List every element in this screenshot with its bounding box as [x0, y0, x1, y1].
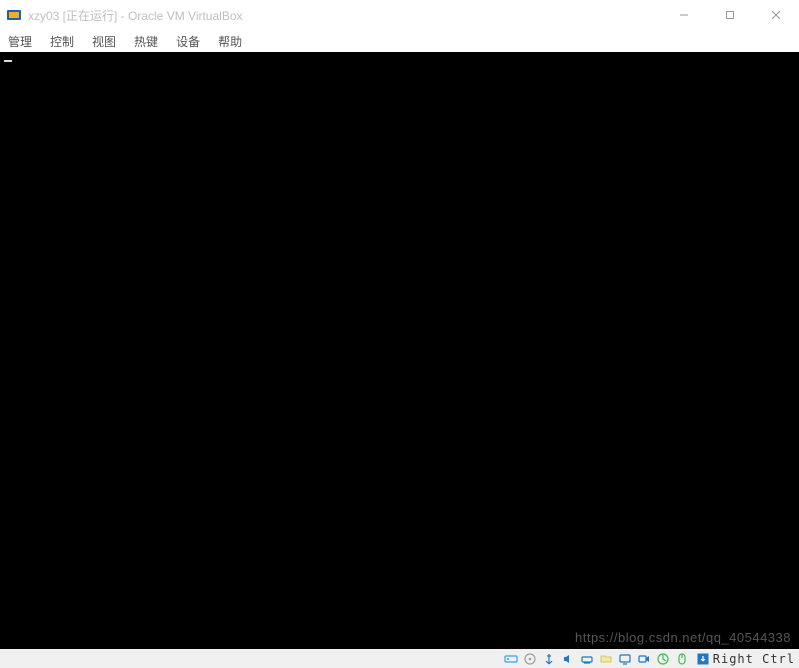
window-title: xzy03 [正在运行] - Oracle VM VirtualBox	[28, 7, 243, 24]
optical-disk-icon[interactable]	[522, 651, 538, 667]
mouse-integration-icon[interactable]	[674, 651, 690, 667]
audio-icon[interactable]	[560, 651, 576, 667]
app-icon	[6, 7, 22, 23]
menu-manage[interactable]: 管理	[8, 33, 32, 50]
text-cursor	[4, 60, 12, 62]
watermark-text: https://blog.csdn.net/qq_40544338	[575, 630, 791, 645]
close-button[interactable]	[753, 0, 799, 30]
network-icon[interactable]	[579, 651, 595, 667]
hostkey-arrow-icon	[697, 653, 709, 665]
menubar: 管理 控制 视图 热键 设备 帮助	[0, 30, 799, 52]
hard-disk-icon[interactable]	[503, 651, 519, 667]
window-controls	[661, 0, 799, 30]
hostkey-label: Right Ctrl	[713, 652, 795, 666]
statusbar: Right Ctrl	[0, 649, 799, 668]
menu-view[interactable]: 视图	[92, 33, 116, 50]
usb-icon[interactable]	[541, 651, 557, 667]
status-icons: Right Ctrl	[503, 651, 795, 667]
minimize-button[interactable]	[661, 0, 707, 30]
vm-console[interactable]: https://blog.csdn.net/qq_40544338	[0, 52, 799, 649]
hostkey-indicator[interactable]: Right Ctrl	[697, 652, 795, 666]
menu-hotkeys[interactable]: 热键	[134, 33, 158, 50]
menu-help[interactable]: 帮助	[218, 33, 242, 50]
menu-devices[interactable]: 设备	[176, 33, 200, 50]
menu-control[interactable]: 控制	[50, 33, 74, 50]
recording-icon[interactable]	[636, 651, 652, 667]
shared-folder-icon[interactable]	[598, 651, 614, 667]
window-titlebar: xzy03 [正在运行] - Oracle VM VirtualBox	[0, 0, 799, 30]
maximize-button[interactable]	[707, 0, 753, 30]
features-icon[interactable]	[655, 651, 671, 667]
display-icon[interactable]	[617, 651, 633, 667]
